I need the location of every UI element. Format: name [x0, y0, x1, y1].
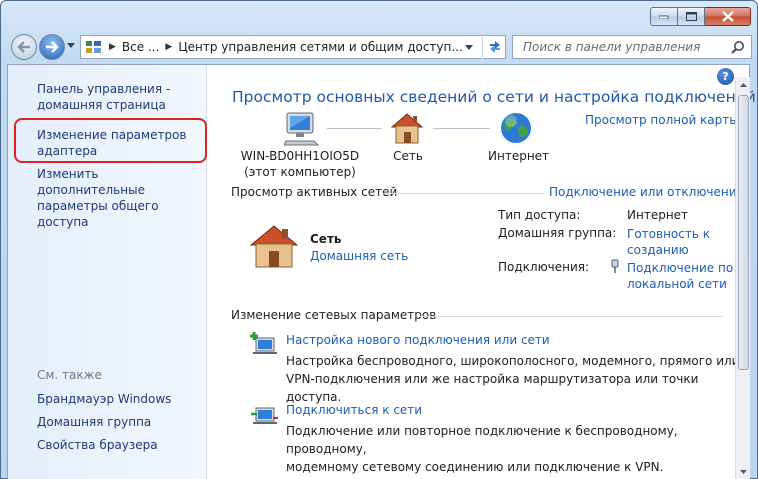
network-node-label: Сеть — [393, 149, 423, 163]
address-bar[interactable]: ▶ Все ... ▶ Центр управления сетями и об… — [80, 35, 506, 59]
forward-arrow-icon — [46, 41, 59, 53]
maximize-icon — [685, 12, 697, 21]
network-name: Сеть — [310, 232, 342, 246]
tasks-pane: Панель управления - домашняя страница Из… — [8, 65, 207, 479]
map-connector-line — [433, 128, 490, 129]
see-also-homegroup-link[interactable]: Домашняя группа — [37, 414, 151, 430]
forward-button[interactable] — [39, 34, 65, 60]
breadcrumb-separator-icon[interactable]: ▶ — [165, 42, 172, 52]
link-line: Изменить дополнительные — [37, 167, 145, 197]
setup-new-connection-description: Настройка беспроводного, широкополосного… — [286, 352, 749, 406]
change-settings-header: Изменение сетевых параметров — [231, 308, 437, 322]
section-divider — [418, 316, 724, 317]
scroll-down-button[interactable] — [736, 464, 751, 479]
link-line: созданию — [627, 243, 689, 257]
description-line: модемному сетевому соединению или подклю… — [286, 460, 664, 474]
active-networks-header: Просмотр активных сетей — [231, 185, 398, 199]
home-network-icon — [249, 225, 299, 268]
access-type-value: Интернет — [627, 208, 689, 222]
connect-to-network-description: Подключение или повторное подключение к … — [286, 422, 749, 476]
description-line: Настройка беспроводного, широкополосного… — [286, 354, 740, 368]
help-button[interactable]: ? — [717, 68, 734, 85]
house-network-icon[interactable] — [389, 111, 425, 145]
section-divider — [382, 193, 544, 194]
link-line: Изменение параметров — [37, 128, 187, 142]
minimize-button[interactable] — [650, 7, 678, 26]
refresh-icon — [490, 41, 500, 53]
client-area: Панель управления - домашняя страница Из… — [7, 64, 756, 479]
link-line: домашняя страница — [37, 98, 166, 112]
control-panel-home-link[interactable]: Панель управления - домашняя страница — [37, 81, 170, 113]
homegroup-ready-link[interactable]: Готовность к созданию — [627, 226, 710, 258]
view-full-map-link[interactable]: Просмотр полной карты — [585, 113, 739, 127]
connections-label: Подключения: — [498, 260, 590, 274]
connect-disconnect-link[interactable]: Подключение или отключение — [549, 185, 744, 199]
access-type-label: Тип доступа: — [498, 208, 581, 222]
change-adapter-settings-link[interactable]: Изменение параметров адаптера — [37, 127, 187, 159]
vertical-scrollbar[interactable] — [735, 77, 750, 479]
computer-name: WIN-BD0HH1OIO5D — [240, 149, 360, 163]
link-line: адаптера — [37, 144, 98, 158]
minimize-icon — [659, 15, 669, 19]
advanced-sharing-settings-link[interactable]: Изменить дополнительные параметры общего… — [37, 166, 206, 230]
breadcrumb-separator-icon[interactable]: ▶ — [109, 42, 116, 52]
description-line: VPN-подключения или же настройка маршрут… — [286, 372, 699, 404]
close-icon — [721, 11, 734, 22]
link-line: Панель управления - — [37, 82, 171, 96]
page-title: Просмотр основных сведений о сети и наст… — [232, 88, 756, 106]
this-computer-label: (этот компьютер) — [244, 165, 356, 179]
maximize-button[interactable] — [678, 7, 705, 26]
search-box[interactable]: Поиск в панели управления — [512, 35, 752, 59]
computer-icon[interactable] — [284, 111, 322, 147]
back-button[interactable] — [11, 34, 37, 60]
scroll-up-button[interactable] — [736, 77, 751, 93]
description-line: Подключение или повторное подключение к … — [286, 424, 678, 456]
local-area-connection-link[interactable]: Подключение по локальной сети — [627, 260, 733, 292]
recent-pages-dropdown-icon[interactable] — [67, 43, 75, 48]
see-also-internet-options-link[interactable]: Свойства браузера — [37, 437, 158, 453]
refresh-button[interactable] — [482, 35, 507, 59]
link-line: параметры общего доступа — [37, 199, 159, 229]
network-type-link[interactable]: Домашняя сеть — [310, 249, 408, 263]
scroll-up-arrow-icon — [740, 83, 747, 87]
see-also-label: См. также — [37, 368, 102, 382]
link-line: локальной сети — [627, 277, 727, 291]
back-arrow-icon — [17, 41, 30, 53]
search-input[interactable]: Поиск в панели управления — [513, 40, 731, 54]
new-connection-icon — [250, 332, 277, 354]
homegroup-label: Домашняя группа: — [498, 226, 617, 240]
connect-to-network-icon — [251, 407, 278, 424]
link-line: Готовность к — [627, 227, 710, 241]
address-dropdown-icon[interactable] — [465, 45, 473, 50]
internet-node-label: Интернет — [488, 149, 550, 163]
globe-internet-icon[interactable] — [499, 111, 533, 145]
breadcrumb-all-items[interactable]: Все ... — [122, 40, 159, 54]
link-line: Подключение по — [627, 261, 734, 275]
setup-new-connection-link[interactable]: Настройка нового подключения или сети — [286, 333, 550, 347]
breadcrumb-network-center[interactable]: Центр управления сетями и общим доступ..… — [178, 40, 462, 54]
scrollbar-thumb[interactable] — [738, 95, 749, 370]
control-panel-icon — [86, 41, 101, 53]
caption-buttons — [650, 7, 751, 27]
map-connector-line — [327, 128, 382, 129]
scroll-down-arrow-icon — [740, 470, 747, 474]
ethernet-plug-icon — [611, 259, 619, 273]
connect-to-network-link[interactable]: Подключиться к сети — [286, 403, 422, 417]
see-also-firewall-link[interactable]: Брандмауэр Windows — [37, 391, 171, 407]
computer-node-label: WIN-BD0HH1OIO5D (этот компьютер) — [230, 149, 370, 179]
search-icon[interactable] — [731, 40, 745, 54]
close-button[interactable] — [705, 7, 751, 26]
